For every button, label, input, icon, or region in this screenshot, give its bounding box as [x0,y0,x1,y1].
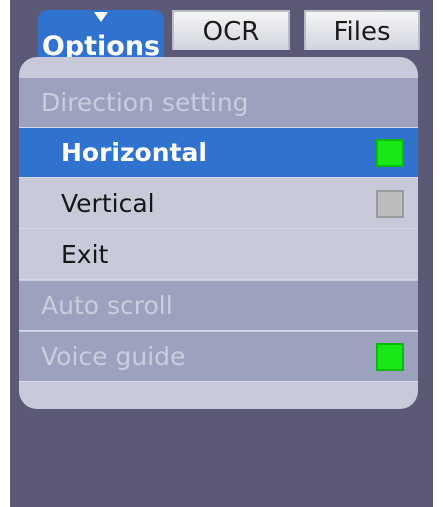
voice-guide-label: Voice guide [41,342,186,371]
right-frame-edge [433,0,443,507]
voice-guide-checkbox[interactable] [376,343,404,371]
menu-item-vertical[interactable]: Vertical [19,179,418,229]
menu-item-exit[interactable]: Exit [19,230,418,280]
left-frame-edge [0,0,10,507]
auto-scroll-label: Auto scroll [41,291,173,320]
menu-item-auto-scroll[interactable]: Auto scroll [19,281,418,331]
menu-item-horizontal[interactable]: Horizontal [19,128,418,178]
options-menu-panel: Direction setting Horizontal Vertical Ex… [19,57,418,409]
tab-files[interactable]: Files [304,10,420,50]
tab-ocr[interactable]: OCR [172,10,290,50]
dropdown-arrow-icon [94,12,108,22]
tab-files-label: Files [333,17,391,47]
horizontal-label: Horizontal [61,138,207,167]
menu-item-voice-guide[interactable]: Voice guide [19,332,418,382]
direction-setting-header: Direction setting [19,78,418,128]
direction-setting-label: Direction setting [41,88,249,117]
vertical-checkbox[interactable] [376,190,404,218]
exit-label: Exit [61,240,109,269]
vertical-label: Vertical [61,189,155,218]
tab-ocr-label: OCR [202,17,260,47]
horizontal-checkbox[interactable] [376,139,404,167]
